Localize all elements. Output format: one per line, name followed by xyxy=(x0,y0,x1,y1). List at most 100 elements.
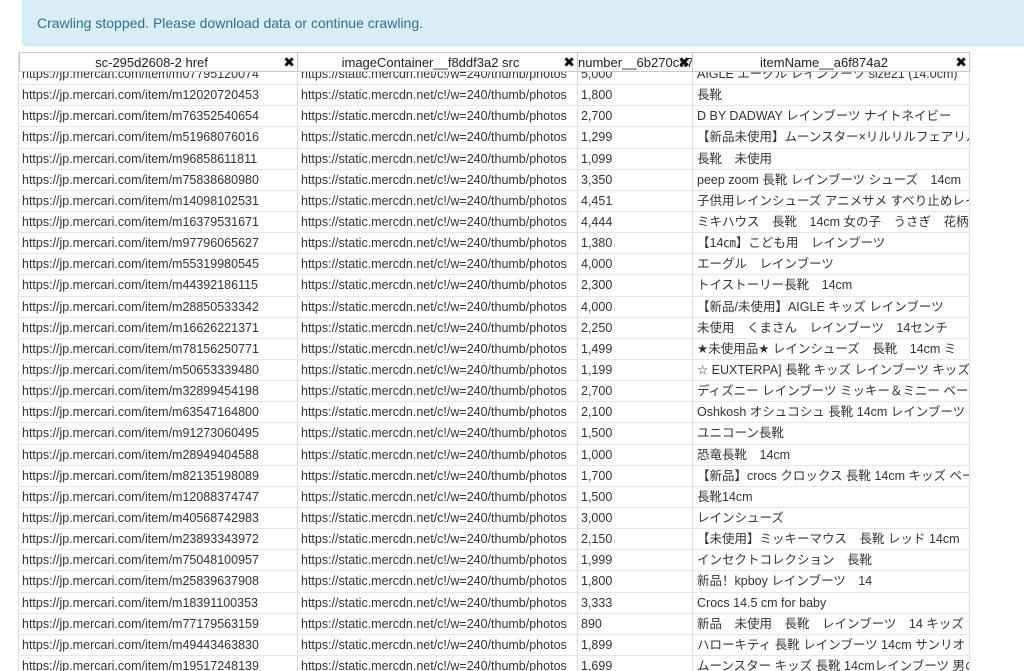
cell-number: 2,300 xyxy=(578,275,693,297)
column-header-label: sc-295d2608-2 href xyxy=(95,55,208,70)
cell-item-name: 【未使用】ミッキーマウス 長靴 レッド 14cm xyxy=(693,529,970,551)
cell-number: 4,451 xyxy=(578,190,693,212)
cell-item-name: 新品！kpboy レインブーツ 14 xyxy=(693,571,970,593)
cell-image-src: https://static.mercdn.net/c!/w=240/thumb… xyxy=(298,359,578,382)
cell-number: 1,999 xyxy=(578,550,693,572)
cell-image-src: https://static.mercdn.net/c!/w=240/thumb… xyxy=(298,402,578,424)
cell-number: 1,499 xyxy=(578,338,693,360)
cell-image-src: https://static.mercdn.net/c!/w=240/thumb… xyxy=(298,254,578,276)
cell-item-name: ムーンスター キッズ 長靴 14cmレインブーツ 男の子 xyxy=(693,655,970,671)
remove-column-icon[interactable]: ✖ xyxy=(563,53,575,71)
cell-item-name: 長靴14cm xyxy=(693,486,970,508)
cell-href: https://jp.mercari.com/item/m16379531671 xyxy=(19,211,298,234)
cell-number: 1,000 xyxy=(578,444,693,466)
column-header-label: number__6b270ca7 xyxy=(578,55,693,70)
cell-href: https://jp.mercari.com/item/m55319980545 xyxy=(19,254,298,276)
table-row: https://jp.mercari.com/item/m16379531671… xyxy=(19,211,970,234)
cell-href: https://jp.mercari.com/item/m51968076016 xyxy=(19,127,298,149)
cell-image-src: https://static.mercdn.net/c!/w=240/thumb… xyxy=(298,211,578,234)
column-header-image-src: imageContainer__f8ddf3a2 src ✖ xyxy=(298,52,578,72)
remove-column-icon[interactable]: ✖ xyxy=(678,53,690,71)
table-row: https://jp.mercari.com/item/m16626221371… xyxy=(19,317,970,339)
cell-number: 1,699 xyxy=(578,655,693,671)
cell-image-src: https://static.mercdn.net/c!/w=240/thumb… xyxy=(298,550,578,572)
table-row: https://jp.mercari.com/item/m28949404588… xyxy=(19,444,970,466)
cell-image-src: https://static.mercdn.net/c!/w=240/thumb… xyxy=(298,169,578,191)
cell-href: https://jp.mercari.com/item/m75838680980 xyxy=(19,169,298,191)
cell-image-src: https://static.mercdn.net/c!/w=240/thumb… xyxy=(298,106,578,128)
cell-item-name: 子供用レインシューズ アニメサメ すべり止めレイン xyxy=(693,190,970,212)
cell-number: 1,299 xyxy=(578,127,693,149)
cell-image-src: https://static.mercdn.net/c!/w=240/thumb… xyxy=(298,423,578,445)
cell-number: 2,700 xyxy=(578,381,693,403)
cell-item-name: インセクトコレクション 長靴 xyxy=(693,550,970,572)
cell-image-src: https://static.mercdn.net/c!/w=240/thumb… xyxy=(298,486,578,508)
cell-item-name: ★未使用品★ レインシューズ 長靴 14cm ミ xyxy=(693,338,970,360)
cell-item-name: 未使用 くまさん レインブーツ 14センチ xyxy=(693,317,970,339)
cell-href: https://jp.mercari.com/item/m28949404588 xyxy=(19,444,298,466)
cell-number: 4,444 xyxy=(578,211,693,234)
cell-number: 1,700 xyxy=(578,465,693,487)
cell-number: 1,899 xyxy=(578,634,693,656)
results-table: https://jp.mercari.com/item/m07795120074… xyxy=(18,52,970,671)
cell-item-name: 恐竜長靴 14cm xyxy=(693,444,970,466)
cell-item-name: ユニコーン長靴 xyxy=(693,423,970,445)
crawl-status-message: Crawling stopped. Please download data o… xyxy=(37,15,424,31)
cell-href: https://jp.mercari.com/item/m50653339480 xyxy=(19,359,298,382)
cell-image-src: https://static.mercdn.net/c!/w=240/thumb… xyxy=(298,85,578,107)
table-row: https://jp.mercari.com/item/m32899454198… xyxy=(19,381,970,403)
cell-item-name: Crocs 14.5 cm for baby xyxy=(693,592,970,614)
remove-column-icon[interactable]: ✖ xyxy=(283,53,295,71)
remove-column-icon[interactable]: ✖ xyxy=(955,53,967,71)
cell-href: https://jp.mercari.com/item/m25839637908 xyxy=(19,571,298,593)
cell-item-name: 長靴 xyxy=(693,85,970,107)
cell-image-src: https://static.mercdn.net/c!/w=240/thumb… xyxy=(298,655,578,671)
cell-href: https://jp.mercari.com/item/m78156250771 xyxy=(19,338,298,360)
crawl-status-alert: Crawling stopped. Please download data o… xyxy=(22,0,1024,46)
cell-image-src: https://static.mercdn.net/c!/w=240/thumb… xyxy=(298,465,578,487)
table-row: https://jp.mercari.com/item/m23893343972… xyxy=(19,529,970,551)
table-row: https://jp.mercari.com/item/m12020720453… xyxy=(19,85,970,107)
cell-number: 2,700 xyxy=(578,106,693,128)
cell-number: 3,333 xyxy=(578,592,693,614)
table-header: sc-295d2608-2 href ✖ imageContainer__f8d… xyxy=(19,52,970,72)
cell-href: https://jp.mercari.com/item/m96858611811 xyxy=(19,148,298,170)
cell-href: https://jp.mercari.com/item/m63547164800 xyxy=(19,402,298,424)
cell-number: 1,800 xyxy=(578,571,693,593)
cell-number: 2,100 xyxy=(578,402,693,424)
cell-href: https://jp.mercari.com/item/m18391100353 xyxy=(19,592,298,614)
cell-number: 1,199 xyxy=(578,359,693,382)
table-row: https://jp.mercari.com/item/m63547164800… xyxy=(19,402,970,424)
table-row: https://jp.mercari.com/item/m49443463830… xyxy=(19,634,970,656)
cell-item-name: 【新品未使用】ムーンスター×リルリルフェアリル xyxy=(693,127,970,149)
table-row: https://jp.mercari.com/item/m50653339480… xyxy=(19,359,970,382)
cell-number: 4,000 xyxy=(578,296,693,318)
table-row: https://jp.mercari.com/item/m28850533342… xyxy=(19,296,970,318)
cell-number: 3,000 xyxy=(578,507,693,530)
cell-number: 890 xyxy=(578,613,693,635)
cell-item-name: D BY DADWAY レインブーツ ナイトネイビー xyxy=(693,106,970,128)
cell-image-src: https://static.mercdn.net/c!/w=240/thumb… xyxy=(298,634,578,656)
cell-number: 1,380 xyxy=(578,233,693,255)
cell-item-name: ミキハウス 長靴 14cm 女の子 うさぎ 花柄 xyxy=(693,211,970,234)
cell-image-src: https://static.mercdn.net/c!/w=240/thumb… xyxy=(298,148,578,170)
cell-number: 2,150 xyxy=(578,529,693,551)
cell-number: 3,350 xyxy=(578,169,693,191)
cell-image-src: https://static.mercdn.net/c!/w=240/thumb… xyxy=(298,233,578,255)
cell-image-src: https://static.mercdn.net/c!/w=240/thumb… xyxy=(298,571,578,593)
cell-image-src: https://static.mercdn.net/c!/w=240/thumb… xyxy=(298,190,578,212)
cell-number: 1,500 xyxy=(578,486,693,508)
cell-image-src: https://static.mercdn.net/c!/w=240/thumb… xyxy=(298,507,578,530)
cell-image-src: https://static.mercdn.net/c!/w=240/thumb… xyxy=(298,444,578,466)
cell-item-name: 長靴 未使用 xyxy=(693,148,970,170)
table-body: https://jp.mercari.com/item/m07795120074… xyxy=(19,64,970,671)
table-row: https://jp.mercari.com/item/m40568742983… xyxy=(19,507,970,530)
table-row: https://jp.mercari.com/item/m82135198089… xyxy=(19,465,970,487)
cell-image-src: https://static.mercdn.net/c!/w=240/thumb… xyxy=(298,338,578,360)
cell-href: https://jp.mercari.com/item/m44392186115 xyxy=(19,275,298,297)
table-row: https://jp.mercari.com/item/m25839637908… xyxy=(19,571,970,593)
cell-image-src: https://static.mercdn.net/c!/w=240/thumb… xyxy=(298,275,578,297)
cell-href: https://jp.mercari.com/item/m97796065627 xyxy=(19,233,298,255)
column-header-href: sc-295d2608-2 href ✖ xyxy=(19,52,298,72)
cell-item-name: ディズニー レインブーツ ミッキー＆ミニー ベージュ xyxy=(693,381,970,403)
